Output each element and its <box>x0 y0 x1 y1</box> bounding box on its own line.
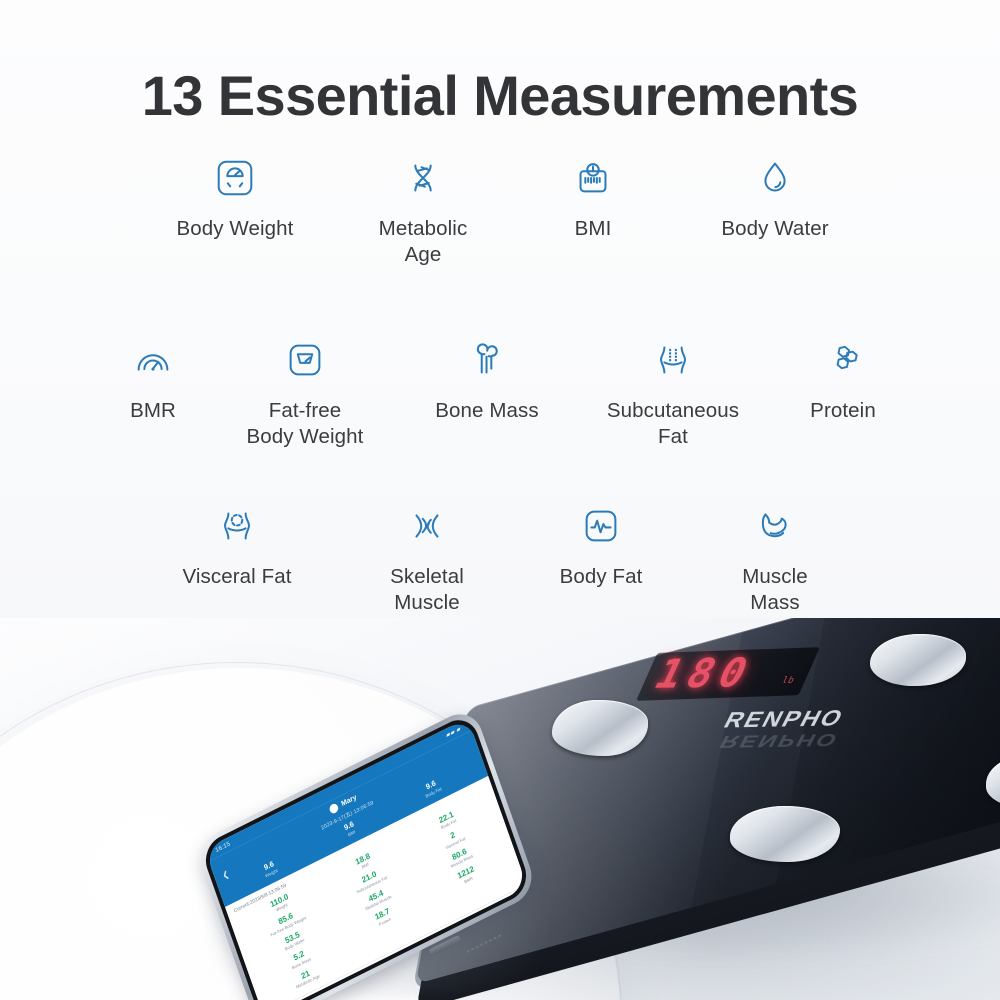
feature-subcutaneous-fat: Subcutaneous Fat <box>578 332 768 450</box>
feature-body-weight: Body Weight <box>140 150 330 242</box>
waist-circle-icon <box>142 498 332 554</box>
feature-skeletal-muscle: Skeletal Muscle <box>332 498 522 616</box>
feature-visceral-fat: Visceral Fat <box>142 498 332 590</box>
muscle-fiber-icon <box>332 498 522 554</box>
brand-logo: RENPHO <box>719 706 849 733</box>
waist-dotted-icon <box>578 332 768 388</box>
feature-muscle-mass: Muscle Mass <box>680 498 870 616</box>
features-panel: 13 Essential Measurements Body Weight Me… <box>0 0 1000 618</box>
feature-label: Body Water <box>721 217 829 240</box>
feature-metabolic-age: Metabolic Age <box>328 150 518 268</box>
feature-label: Subcutaneous Fat <box>606 399 740 448</box>
scale-icon <box>140 150 330 206</box>
feature-bone-mass: Bone Mass <box>392 332 582 424</box>
feature-protein: Protein <box>748 332 938 424</box>
page-title: 13 Essential Measurements <box>141 63 859 127</box>
feature-label: Bone Mass <box>435 399 539 422</box>
avatar-icon <box>328 802 340 815</box>
features-grid: Body Weight Metabolic Age BMI Body Water… <box>0 150 1000 630</box>
header-metric: 9.6 Weight <box>261 858 279 878</box>
feature-fat-free-body-weight: Fat-free Body Weight <box>210 332 400 450</box>
features-row-2: BMR Fat-free Body Weight Bone Mass Subcu… <box>0 310 1000 470</box>
feature-bmi: BMI <box>498 150 688 242</box>
water-drop-icon <box>680 150 870 206</box>
hexagon-molecule-icon <box>748 332 938 388</box>
product-infographic: 13 Essential Measurements Body Weight Me… <box>0 0 1000 1000</box>
feature-label: Protein <box>810 399 876 422</box>
electrode-pad <box>552 700 648 756</box>
feature-label: Visceral Fat <box>182 565 292 588</box>
features-row-3: Visceral Fat Skeletal Muscle Body Fat Mu… <box>0 470 1000 630</box>
feature-label: Body Weight <box>176 217 294 240</box>
feature-body-water: Body Water <box>680 150 870 242</box>
product-photo-scene: 180 lb RENPHO RENPHO 16:15 ▰▰ ▰ ❮ Mary 2… <box>0 618 1000 1000</box>
flexed-bicep-icon <box>680 498 870 554</box>
user-name: Mary <box>340 794 358 808</box>
feature-label: Skeletal Muscle <box>390 565 464 614</box>
features-row-1: Body Weight Metabolic Age BMI Body Water <box>0 150 1000 310</box>
scale-square-icon <box>210 332 400 388</box>
header-metric: 9.6 BMI <box>343 819 357 837</box>
feature-label: Fat-free Body Weight <box>246 399 364 448</box>
scale-gauge-icon <box>498 150 688 206</box>
dna-helix-icon <box>328 150 518 206</box>
bone-icon <box>392 332 582 388</box>
feature-body-fat: Body Fat <box>506 498 696 590</box>
smartphone: 16:15 ▰▰ ▰ ❮ Mary 2023-9-17(五) 13:06:59 … <box>193 705 556 1000</box>
feature-label: Muscle Mass <box>742 565 808 614</box>
feature-label: Body Fat <box>559 565 643 588</box>
feature-label: BMI <box>574 217 612 240</box>
feature-label: Metabolic Age <box>378 217 468 266</box>
pulse-square-icon <box>506 498 696 554</box>
